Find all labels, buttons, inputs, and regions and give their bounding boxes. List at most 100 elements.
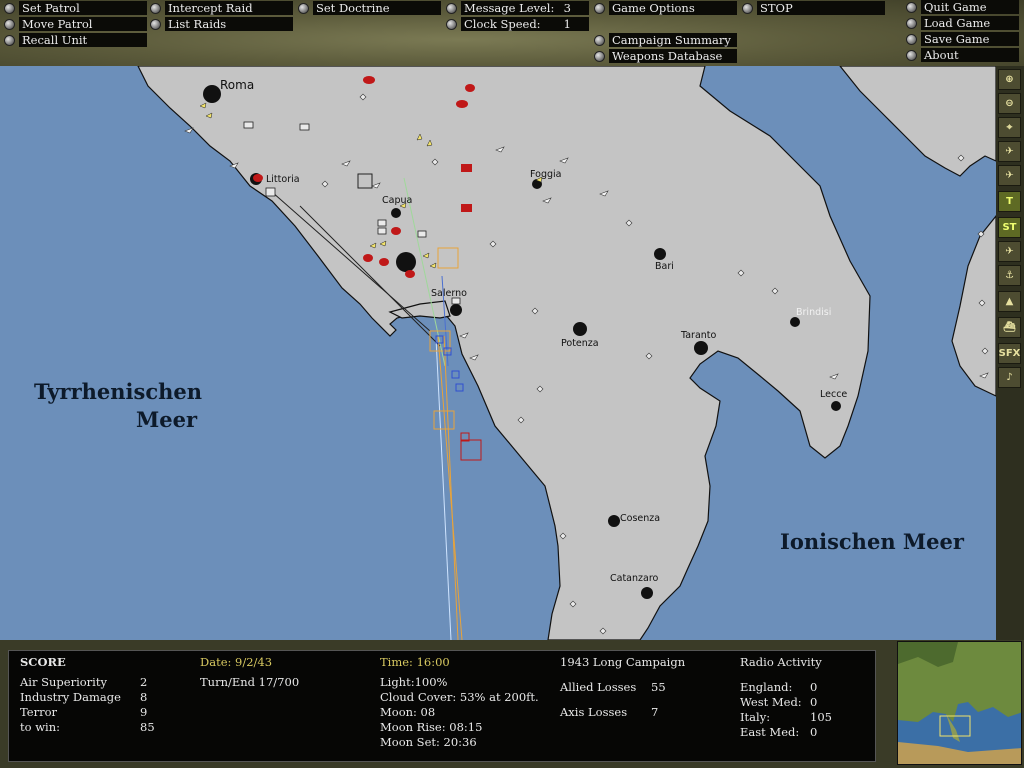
axis-aircraft-icon[interactable] bbox=[456, 100, 468, 108]
game-options-button[interactable]: Game Options bbox=[609, 1, 737, 15]
game-options-knob-icon[interactable] bbox=[594, 2, 605, 14]
message-level-command[interactable]: Message Level: 3 bbox=[446, 1, 589, 15]
airbase-icon[interactable] bbox=[184, 127, 194, 134]
to-win-value: 85 bbox=[140, 720, 155, 734]
quit-game-command[interactable]: Quit Game bbox=[906, 0, 1019, 14]
unit-marker[interactable] bbox=[243, 121, 254, 129]
load-game-command[interactable]: Load Game bbox=[906, 16, 1019, 30]
move-patrol-button[interactable]: Move Patrol bbox=[19, 17, 147, 31]
campaign-summary-command[interactable]: Campaign Summary bbox=[594, 33, 737, 47]
set-patrol-button[interactable]: Set Patrol bbox=[19, 1, 147, 15]
town-label-cosenza: Cosenza bbox=[620, 513, 660, 524]
quit-game-knob-icon[interactable] bbox=[906, 1, 917, 13]
game-options-command[interactable]: Game Options bbox=[594, 1, 737, 15]
intercept-raid-command[interactable]: Intercept Raid bbox=[150, 1, 293, 15]
campaign-name: 1943 Long Campaign bbox=[560, 655, 686, 669]
message-level-knob-icon[interactable] bbox=[446, 2, 457, 14]
italy-map-canvas[interactable]: Roma Littoria Capua Foggia Bari Salerno … bbox=[0, 66, 996, 640]
music-icon[interactable]: ♪ bbox=[998, 367, 1021, 388]
stop-button[interactable]: STOP bbox=[757, 1, 885, 15]
sea-label-ionian: Ionischen Meer bbox=[780, 529, 965, 554]
load-game-knob-icon[interactable] bbox=[906, 17, 917, 29]
fighter-filter-icon[interactable]: ✈ bbox=[998, 141, 1021, 162]
message-level-label: Message Level: bbox=[464, 1, 555, 15]
weapons-database-button[interactable]: Weapons Database bbox=[609, 49, 737, 63]
unit-marker[interactable] bbox=[299, 123, 310, 131]
load-game-button[interactable]: Load Game bbox=[921, 16, 1019, 30]
sfx-toggle[interactable]: SFX bbox=[998, 343, 1021, 364]
set-patrol-knob-icon[interactable] bbox=[4, 2, 15, 14]
message-level-control[interactable]: Message Level: 3 bbox=[461, 1, 589, 15]
town-label-bari: Bari bbox=[655, 261, 674, 272]
quit-game-button[interactable]: Quit Game bbox=[921, 0, 1019, 14]
clock-speed-knob-icon[interactable] bbox=[446, 18, 457, 30]
set-doctrine-button[interactable]: Set Doctrine bbox=[313, 1, 441, 15]
axis-aircraft-icon[interactable] bbox=[391, 227, 401, 235]
minimap-canvas[interactable] bbox=[898, 642, 1022, 765]
overview-minimap[interactable] bbox=[897, 641, 1022, 765]
industry-damage-label: Industry Damage bbox=[20, 690, 121, 704]
unit-marker[interactable] bbox=[377, 227, 387, 235]
intercept-raid-knob-icon[interactable] bbox=[150, 2, 161, 14]
about-knob-icon[interactable] bbox=[906, 49, 917, 61]
potenza-city bbox=[573, 322, 587, 336]
unit-marker[interactable] bbox=[417, 230, 427, 238]
clock-speed-control[interactable]: Clock Speed: 1 bbox=[461, 17, 589, 31]
unit-marker[interactable] bbox=[377, 219, 387, 227]
port-filter-icon[interactable]: ⚓ bbox=[998, 265, 1021, 286]
stop-command[interactable]: STOP bbox=[742, 1, 885, 15]
campaign-summary-button[interactable]: Campaign Summary bbox=[609, 33, 737, 47]
airfield-filter-icon[interactable]: ✈ bbox=[998, 241, 1021, 262]
map-tool-strip: ⊕ ⊖ ⌖ ✈ ✈ T ST ✈ ⚓ ▲ ⛴ SFX ♪ bbox=[996, 66, 1024, 640]
axis-aircraft-icon[interactable] bbox=[379, 258, 389, 266]
waypoint-blue[interactable] bbox=[455, 383, 464, 392]
zoom-out-icon[interactable]: ⊖ bbox=[998, 93, 1021, 114]
message-level-value: 3 bbox=[563, 1, 571, 15]
recall-unit-button[interactable]: Recall Unit bbox=[19, 33, 147, 47]
zoom-in-icon[interactable]: ⊕ bbox=[998, 69, 1021, 90]
axis-aircraft-icon[interactable] bbox=[363, 76, 375, 84]
axis-aircraft-icon[interactable] bbox=[465, 84, 475, 92]
recall-unit-knob-icon[interactable] bbox=[4, 34, 15, 46]
save-game-knob-icon[interactable] bbox=[906, 33, 917, 45]
transport-filter-icon[interactable]: T bbox=[998, 191, 1021, 212]
target-box[interactable] bbox=[460, 439, 482, 461]
axis-airfield-icon[interactable] bbox=[461, 164, 472, 172]
list-raids-command[interactable]: List Raids bbox=[150, 17, 293, 31]
move-patrol-command[interactable]: Move Patrol bbox=[4, 17, 147, 31]
save-game-button[interactable]: Save Game bbox=[921, 32, 1019, 46]
weapons-database-command[interactable]: Weapons Database bbox=[594, 49, 737, 63]
move-patrol-knob-icon[interactable] bbox=[4, 18, 15, 30]
set-doctrine-knob-icon[interactable] bbox=[298, 2, 309, 14]
theater-map[interactable]: Roma Littoria Capua Foggia Bari Salerno … bbox=[0, 66, 996, 640]
intercept-raid-button[interactable]: Intercept Raid bbox=[165, 1, 293, 15]
axis-aircraft-icon[interactable] bbox=[363, 254, 373, 262]
st-toggle[interactable]: ST bbox=[998, 217, 1021, 238]
list-raids-button[interactable]: List Raids bbox=[165, 17, 293, 31]
save-game-command[interactable]: Save Game bbox=[906, 32, 1019, 46]
campaign-summary-knob-icon[interactable] bbox=[594, 34, 605, 46]
weapons-database-knob-icon[interactable] bbox=[594, 50, 605, 62]
axis-aircraft-icon[interactable] bbox=[405, 270, 415, 278]
light-readout: Light:100% bbox=[380, 675, 448, 689]
center-map-icon[interactable]: ⌖ bbox=[998, 117, 1021, 138]
axis-aircraft-icon[interactable] bbox=[253, 174, 263, 182]
status-panel: SCORE Air Superiority 2 Industry Damage … bbox=[8, 650, 876, 762]
axis-airfield-icon[interactable] bbox=[461, 204, 472, 212]
stop-knob-icon[interactable] bbox=[742, 2, 753, 14]
bomber-filter-icon[interactable]: ✈ bbox=[998, 165, 1021, 186]
about-button[interactable]: About bbox=[921, 48, 1019, 62]
waypoint-blue[interactable] bbox=[451, 370, 460, 379]
about-command[interactable]: About bbox=[906, 48, 1019, 62]
set-doctrine-command[interactable]: Set Doctrine bbox=[298, 1, 441, 15]
moon-rise-readout: Moon Rise: 08:15 bbox=[380, 720, 483, 734]
ship-filter-icon[interactable]: ⛴ bbox=[998, 317, 1021, 338]
factory-filter-icon[interactable]: ▲ bbox=[998, 291, 1021, 312]
industry-damage-value: 8 bbox=[140, 690, 148, 704]
unit-marker[interactable] bbox=[265, 187, 276, 197]
recall-unit-command[interactable]: Recall Unit bbox=[4, 33, 147, 47]
set-patrol-command[interactable]: Set Patrol bbox=[4, 1, 147, 15]
route-line-orange bbox=[437, 335, 463, 640]
clock-speed-command[interactable]: Clock Speed: 1 bbox=[446, 17, 589, 31]
list-raids-knob-icon[interactable] bbox=[150, 18, 161, 30]
